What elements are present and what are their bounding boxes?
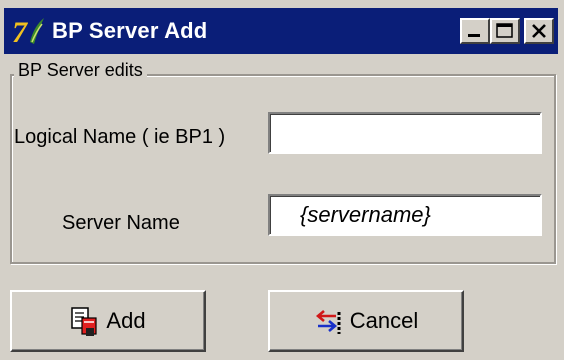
close-icon	[532, 24, 546, 38]
close-button[interactable]	[524, 18, 554, 44]
minimize-button[interactable]	[460, 18, 490, 44]
groupbox-legend: BP Server edits	[14, 60, 147, 81]
cancel-button[interactable]: Cancel	[268, 290, 464, 352]
maximize-icon	[496, 23, 513, 38]
minimize-icon	[468, 34, 480, 37]
svg-text:7: 7	[12, 16, 28, 49]
cancel-arrows-icon	[315, 310, 341, 334]
logical-name-input[interactable]	[270, 114, 540, 152]
bp-server-add-dialog: 7 BP Server Add BP Server edits Logical …	[0, 0, 564, 360]
server-name-input[interactable]	[270, 196, 540, 234]
maximize-button[interactable]	[490, 18, 520, 44]
cancel-button-label: Cancel	[349, 308, 419, 333]
logical-name-field[interactable]	[268, 112, 542, 154]
add-document-icon	[71, 307, 98, 336]
window-title: BP Server Add	[52, 18, 208, 43]
add-button[interactable]: Add	[10, 290, 206, 352]
server-name-field[interactable]	[268, 194, 542, 236]
add-button-label: Add	[106, 308, 146, 333]
server-name-label: Server Name	[62, 212, 180, 234]
title-bar[interactable]: 7 BP Server Add	[4, 8, 558, 54]
app-logo-icon: 7	[12, 16, 44, 49]
logical-name-label: Logical Name ( ie BP1 )	[14, 126, 226, 148]
